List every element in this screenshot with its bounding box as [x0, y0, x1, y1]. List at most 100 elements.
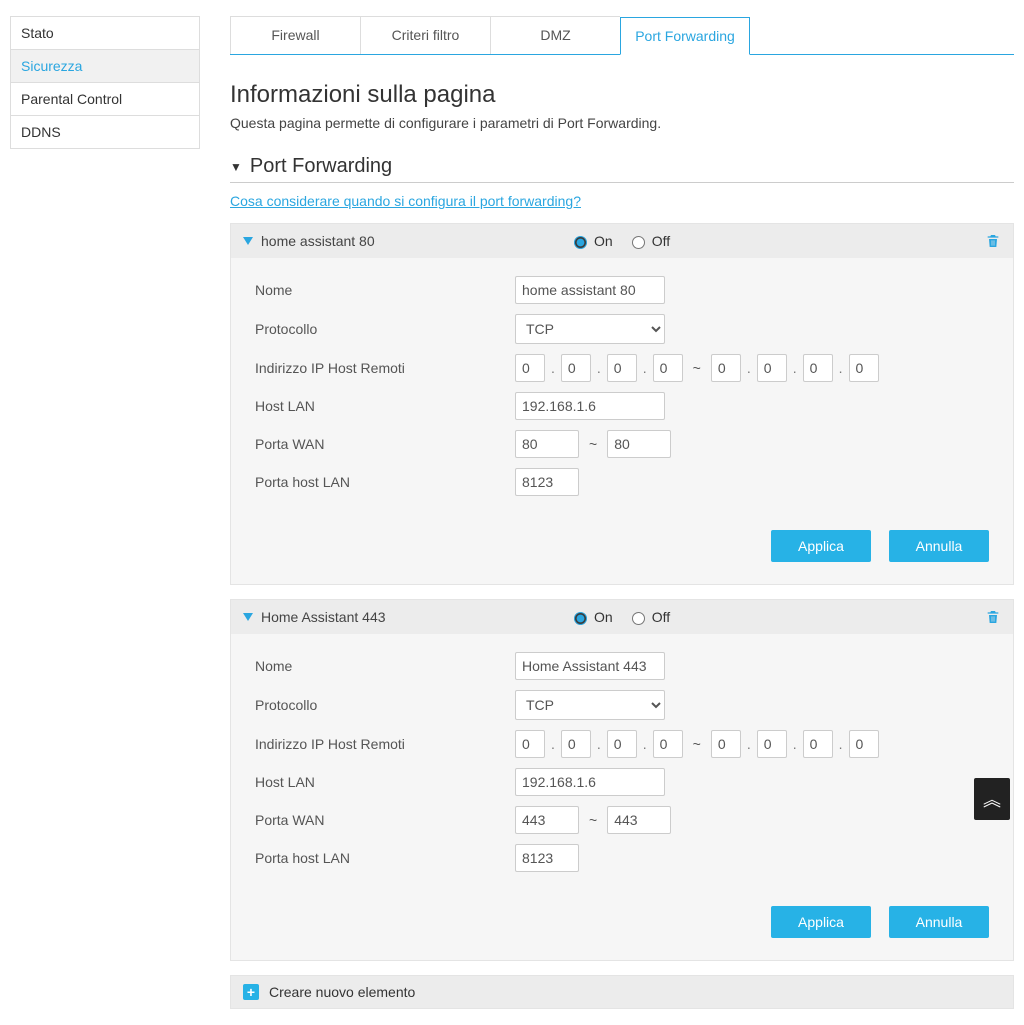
page-title: Informazioni sulla pagina	[230, 81, 1014, 109]
sidebar-item-sicurezza[interactable]: Sicurezza	[10, 50, 200, 83]
trash-icon	[985, 608, 1001, 626]
rule-title: home assistant 80	[261, 233, 561, 249]
radio-off-input[interactable]	[632, 236, 645, 249]
input-name[interactable]	[515, 652, 665, 680]
input-remote-to-3[interactable]	[803, 730, 833, 758]
delete-rule-button[interactable]	[985, 608, 1001, 626]
rule-panel-body: Nome Protocollo TCP Indirizzo IP Host Re…	[231, 258, 1013, 584]
label-remote-ip: Indirizzo IP Host Remoti	[255, 736, 515, 752]
radio-off[interactable]: Off	[627, 233, 670, 249]
collapse-icon[interactable]	[243, 613, 253, 621]
input-remote-to-2[interactable]	[757, 730, 787, 758]
input-remote-to-2[interactable]	[757, 354, 787, 382]
label-wan-port: Porta WAN	[255, 812, 515, 828]
input-remote-from-4[interactable]	[653, 354, 683, 382]
label-lan-port: Porta host LAN	[255, 850, 515, 866]
rule-panel: Home Assistant 443 On Off Nome Protocoll…	[230, 599, 1014, 961]
tab-label: Port Forwarding	[635, 28, 735, 44]
input-lan-host[interactable]	[515, 768, 665, 796]
radio-on-label: On	[594, 233, 613, 249]
rule-toggle: On Off	[569, 233, 670, 249]
label-lan-port: Porta host LAN	[255, 474, 515, 490]
cancel-button[interactable]: Annulla	[889, 906, 989, 938]
select-protocol[interactable]: TCP	[515, 314, 665, 344]
sidebar-item-label: Stato	[21, 25, 54, 41]
label-name: Nome	[255, 282, 515, 298]
section-title: Port Forwarding	[250, 155, 392, 178]
label-lan-host: Host LAN	[255, 398, 515, 414]
apply-button[interactable]: Applica	[771, 906, 871, 938]
input-remote-from-3[interactable]	[607, 730, 637, 758]
radio-off-label: Off	[652, 233, 670, 249]
page-description: Questa pagina permette di configurare i …	[230, 115, 1014, 131]
radio-on[interactable]: On	[569, 233, 613, 249]
rule-toggle: On Off	[569, 609, 670, 625]
tab-port-forwarding[interactable]: Port Forwarding	[620, 17, 750, 55]
input-wan-port-to[interactable]	[607, 430, 671, 458]
tab-firewall[interactable]: Firewall	[230, 16, 360, 54]
input-lan-host[interactable]	[515, 392, 665, 420]
sidebar-item-label: DDNS	[21, 124, 61, 140]
tab-label: DMZ	[540, 27, 570, 43]
radio-off-label: Off	[652, 609, 670, 625]
create-new-element[interactable]: + Creare nuovo elemento	[230, 975, 1014, 1009]
input-wan-port-from[interactable]	[515, 430, 579, 458]
collapse-icon[interactable]	[243, 237, 253, 245]
trash-icon	[985, 232, 1001, 250]
input-remote-from-1[interactable]	[515, 354, 545, 382]
input-remote-from-2[interactable]	[561, 354, 591, 382]
input-name[interactable]	[515, 276, 665, 304]
create-new-label: Creare nuovo elemento	[269, 984, 415, 1000]
input-remote-to-3[interactable]	[803, 354, 833, 382]
apply-button[interactable]: Applica	[771, 530, 871, 562]
plus-icon: +	[243, 984, 259, 1000]
label-name: Nome	[255, 658, 515, 674]
help-link[interactable]: Cosa considerare quando si configura il …	[230, 193, 581, 209]
sidebar-item-stato[interactable]: Stato	[10, 16, 200, 50]
scroll-to-top-button[interactable]: ︽	[974, 778, 1010, 820]
radio-on[interactable]: On	[569, 609, 613, 625]
label-wan-port: Porta WAN	[255, 436, 515, 452]
input-remote-to-1[interactable]	[711, 354, 741, 382]
tab-label: Firewall	[271, 27, 319, 43]
input-remote-from-3[interactable]	[607, 354, 637, 382]
section-header[interactable]: ▼ Port Forwarding	[230, 155, 1014, 183]
chevron-up-icon: ︽	[983, 786, 1001, 812]
rule-panel-body: Nome Protocollo TCP Indirizzo IP Host Re…	[231, 634, 1013, 960]
label-protocol: Protocollo	[255, 697, 515, 713]
tab-label: Criteri filtro	[392, 27, 460, 43]
input-remote-to-4[interactable]	[849, 354, 879, 382]
tab-dmz[interactable]: DMZ	[490, 16, 620, 54]
cancel-button[interactable]: Annulla	[889, 530, 989, 562]
rule-panel-header: Home Assistant 443 On Off	[231, 600, 1013, 634]
input-remote-to-4[interactable]	[849, 730, 879, 758]
sidebar-item-ddns[interactable]: DDNS	[10, 116, 200, 149]
radio-on-label: On	[594, 609, 613, 625]
radio-on-input[interactable]	[574, 612, 587, 625]
tab-criteri-filtro[interactable]: Criteri filtro	[360, 16, 490, 54]
input-remote-to-1[interactable]	[711, 730, 741, 758]
rule-title: Home Assistant 443	[261, 609, 561, 625]
label-lan-host: Host LAN	[255, 774, 515, 790]
input-wan-port-from[interactable]	[515, 806, 579, 834]
label-remote-ip: Indirizzo IP Host Remoti	[255, 360, 515, 376]
input-lan-port[interactable]	[515, 844, 579, 872]
label-protocol: Protocollo	[255, 321, 515, 337]
input-remote-from-4[interactable]	[653, 730, 683, 758]
collapse-icon: ▼	[230, 160, 242, 174]
sidebar-item-label: Parental Control	[21, 91, 122, 107]
main-content: Firewall Criteri filtro DMZ Port Forward…	[230, 16, 1014, 1009]
radio-off[interactable]: Off	[627, 609, 670, 625]
sidebar-item-label: Sicurezza	[21, 58, 82, 74]
select-protocol[interactable]: TCP	[515, 690, 665, 720]
input-remote-from-2[interactable]	[561, 730, 591, 758]
radio-on-input[interactable]	[574, 236, 587, 249]
delete-rule-button[interactable]	[985, 232, 1001, 250]
sidebar: Stato Sicurezza Parental Control DDNS	[10, 16, 200, 1009]
input-wan-port-to[interactable]	[607, 806, 671, 834]
radio-off-input[interactable]	[632, 612, 645, 625]
input-remote-from-1[interactable]	[515, 730, 545, 758]
rule-panel-header: home assistant 80 On Off	[231, 224, 1013, 258]
sidebar-item-parental-control[interactable]: Parental Control	[10, 83, 200, 116]
input-lan-port[interactable]	[515, 468, 579, 496]
